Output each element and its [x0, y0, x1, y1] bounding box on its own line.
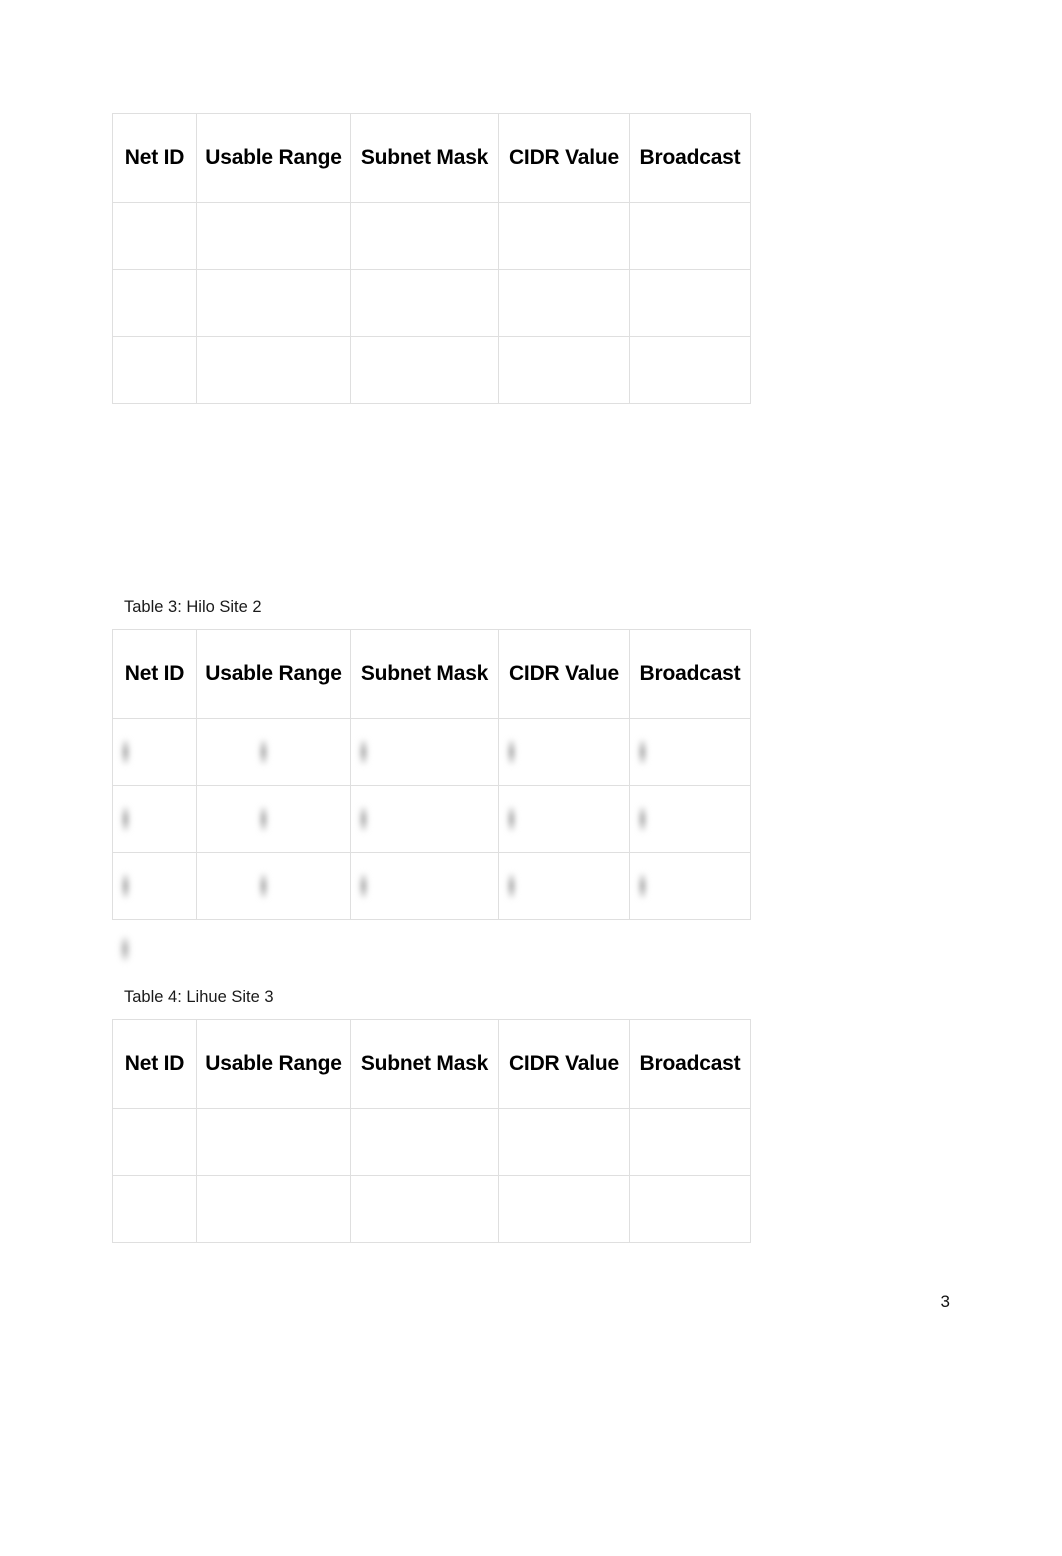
redacted-content-mark: [259, 739, 268, 765]
cell-usable-range[interactable]: [196, 852, 351, 920]
table-header-row: Net ID Usable Range Subnet Mask CIDR Val…: [112, 629, 751, 719]
column-header-broadcast: Broadcast: [629, 1019, 751, 1109]
document-page: Net ID Usable Range Subnet Mask CIDR Val…: [0, 0, 1062, 1556]
redacted-content-mark: [359, 739, 368, 765]
redacted-content-mark: [359, 806, 368, 832]
table-body: [112, 1108, 751, 1243]
cell-net-id[interactable]: [112, 202, 197, 270]
cell-broadcast[interactable]: [629, 718, 751, 786]
table-body: [112, 202, 751, 404]
table-body: [112, 718, 751, 920]
redacted-content-mark: [121, 739, 130, 765]
cell-subnet-mask[interactable]: [350, 336, 499, 404]
subnet-table-4: Net ID Usable Range Subnet Mask CIDR Val…: [112, 1019, 751, 1243]
cell-usable-range[interactable]: [196, 202, 351, 270]
cell-cidr-value[interactable]: [498, 269, 630, 337]
subnet-table-3: Net ID Usable Range Subnet Mask CIDR Val…: [112, 629, 751, 920]
cell-subnet-mask[interactable]: [350, 1175, 499, 1243]
cell-broadcast[interactable]: [629, 1108, 751, 1176]
cell-net-id[interactable]: [112, 718, 197, 786]
table-row: [112, 852, 751, 920]
table-row: [112, 269, 751, 337]
table-block-3: Net ID Usable Range Subnet Mask CIDR Val…: [112, 629, 751, 920]
cell-cidr-value[interactable]: [498, 1175, 630, 1243]
table-row: [112, 718, 751, 786]
cell-usable-range[interactable]: [196, 1175, 351, 1243]
redacted-content-mark: [638, 806, 647, 832]
cell-cidr-value[interactable]: [498, 1108, 630, 1176]
column-header-subnet-mask: Subnet Mask: [350, 629, 499, 719]
cell-subnet-mask[interactable]: [350, 202, 499, 270]
cell-net-id[interactable]: [112, 1108, 197, 1176]
cell-broadcast[interactable]: [629, 269, 751, 337]
column-header-net-id: Net ID: [112, 1019, 197, 1109]
redacted-content-mark: [507, 739, 516, 765]
column-header-usable-range: Usable Range: [196, 113, 351, 203]
column-header-subnet-mask: Subnet Mask: [350, 1019, 499, 1109]
cell-net-id[interactable]: [112, 785, 197, 853]
cell-broadcast[interactable]: [629, 336, 751, 404]
table-row: [112, 1175, 751, 1243]
cell-usable-range[interactable]: [196, 785, 351, 853]
table-header-row: Net ID Usable Range Subnet Mask CIDR Val…: [112, 113, 751, 203]
cell-subnet-mask[interactable]: [350, 718, 499, 786]
page-number: 3: [940, 1292, 950, 1311]
redacted-content-mark-stray: [120, 936, 130, 962]
column-header-cidr-value: CIDR Value: [498, 629, 630, 719]
table-row: [112, 202, 751, 270]
column-header-cidr-value: CIDR Value: [498, 1019, 630, 1109]
cell-broadcast[interactable]: [629, 202, 751, 270]
redacted-content-mark: [259, 806, 268, 832]
redacted-content-mark: [507, 873, 516, 899]
table-row: [112, 1108, 751, 1176]
column-header-broadcast: Broadcast: [629, 113, 751, 203]
redacted-content-mark: [507, 806, 516, 832]
cell-usable-range[interactable]: [196, 336, 351, 404]
cell-cidr-value[interactable]: [498, 336, 630, 404]
column-header-usable-range: Usable Range: [196, 629, 351, 719]
column-header-net-id: Net ID: [112, 629, 197, 719]
cell-usable-range[interactable]: [196, 269, 351, 337]
redacted-content-mark: [638, 873, 647, 899]
cell-broadcast[interactable]: [629, 1175, 751, 1243]
table-row: [112, 336, 751, 404]
cell-usable-range[interactable]: [196, 1108, 351, 1176]
cell-cidr-value[interactable]: [498, 852, 630, 920]
subnet-table-2: Net ID Usable Range Subnet Mask CIDR Val…: [112, 113, 751, 404]
table-caption-4: Table 4: Lihue Site 3: [124, 988, 274, 1006]
table-row: [112, 785, 751, 853]
cell-broadcast[interactable]: [629, 785, 751, 853]
table-header-row: Net ID Usable Range Subnet Mask CIDR Val…: [112, 1019, 751, 1109]
column-header-usable-range: Usable Range: [196, 1019, 351, 1109]
table-caption-3: Table 3: Hilo Site 2: [124, 598, 262, 616]
cell-subnet-mask[interactable]: [350, 785, 499, 853]
redacted-content-mark: [359, 873, 368, 899]
cell-subnet-mask[interactable]: [350, 1108, 499, 1176]
column-header-broadcast: Broadcast: [629, 629, 751, 719]
table-block-2: Net ID Usable Range Subnet Mask CIDR Val…: [112, 113, 751, 404]
column-header-cidr-value: CIDR Value: [498, 113, 630, 203]
cell-subnet-mask[interactable]: [350, 852, 499, 920]
cell-net-id[interactable]: [112, 852, 197, 920]
cell-net-id[interactable]: [112, 336, 197, 404]
redacted-content-mark: [259, 873, 268, 899]
cell-cidr-value[interactable]: [498, 718, 630, 786]
column-header-subnet-mask: Subnet Mask: [350, 113, 499, 203]
cell-subnet-mask[interactable]: [350, 269, 499, 337]
cell-net-id[interactable]: [112, 1175, 197, 1243]
table-block-4: Net ID Usable Range Subnet Mask CIDR Val…: [112, 1019, 751, 1243]
redacted-content-mark: [638, 739, 647, 765]
redacted-content-mark: [121, 806, 130, 832]
cell-net-id[interactable]: [112, 269, 197, 337]
cell-cidr-value[interactable]: [498, 202, 630, 270]
cell-cidr-value[interactable]: [498, 785, 630, 853]
cell-usable-range[interactable]: [196, 718, 351, 786]
column-header-net-id: Net ID: [112, 113, 197, 203]
redacted-content-mark: [121, 873, 130, 899]
cell-broadcast[interactable]: [629, 852, 751, 920]
